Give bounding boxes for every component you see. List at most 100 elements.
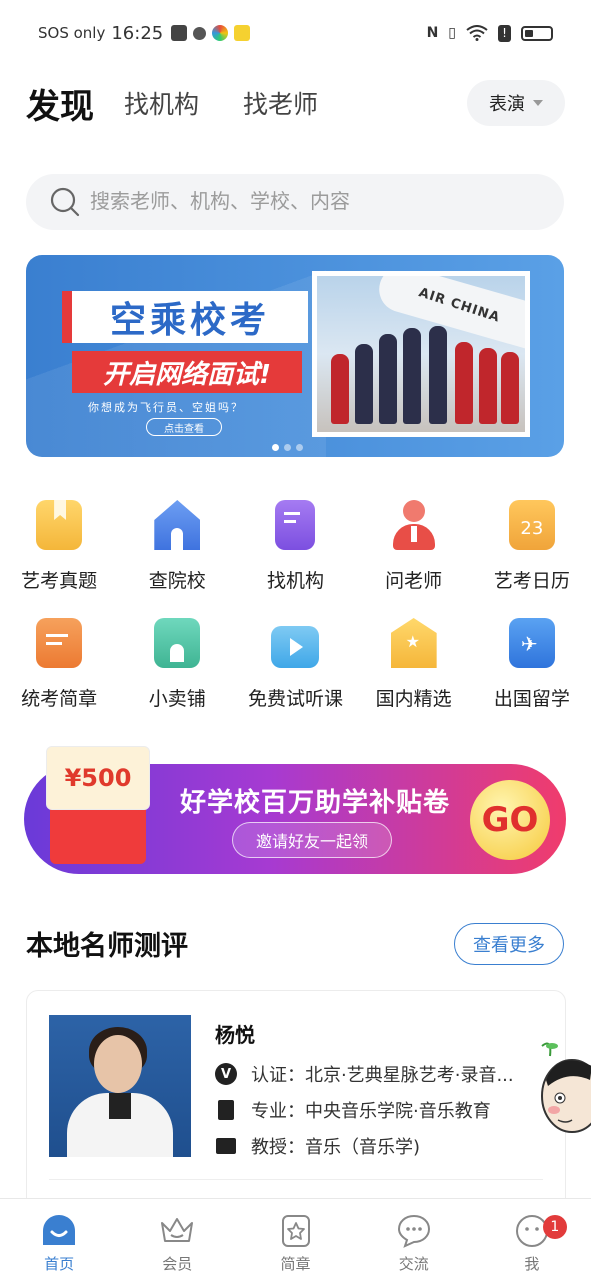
shortcut-label: 出国留学 <box>493 688 570 710</box>
shortcut-label: 小卖铺 <box>148 688 206 710</box>
brochure-icon <box>36 618 83 668</box>
status-bar: SOS only 16:25 N ▯ ! <box>0 0 591 66</box>
school-building-icon <box>154 500 201 550</box>
banner-view-button[interactable]: 点击查看 <box>146 418 222 436</box>
bookmark-book-icon <box>36 500 83 550</box>
nav-item-me[interactable]: 我 1 <box>473 1199 591 1280</box>
crew-figure <box>331 354 349 424</box>
nav-label: 会员 <box>162 1255 193 1273</box>
teacher-certification: V 认证：北京·艺典星脉艺考·录音... <box>215 1061 514 1087</box>
teacher-teaching: 教授：音乐（音乐学) <box>215 1133 420 1159</box>
verified-icon: V <box>215 1063 237 1085</box>
nav-item-home[interactable]: 首页 <box>0 1199 118 1280</box>
red-envelope-image: ¥500 <box>46 746 150 864</box>
shortcut-label: 免费试听课 <box>247 688 343 710</box>
promo-banner-carousel[interactable]: 空乘校考 开启网络面试! 你想成为飞行员、空姐吗？ 点击查看 AIR CHINA <box>26 255 564 457</box>
shortcut-label: 艺考真题 <box>21 570 98 592</box>
view-more-button[interactable]: 查看更多 <box>454 923 564 965</box>
banner-photo: AIR CHINA <box>312 271 530 437</box>
shortcut-label: 统考简章 <box>21 688 98 710</box>
calendar-icon: 23 <box>508 500 555 550</box>
search-input[interactable] <box>90 190 510 214</box>
promo-heading: 好学校百万助学补贴卷 <box>180 788 451 818</box>
banner-tagline: 你想成为飞行员、空姐吗？ <box>88 401 244 414</box>
crew-figure <box>403 328 421 424</box>
crew-figure <box>501 352 519 424</box>
app-notification-icon <box>234 25 251 41</box>
clock: 16:25 <box>111 22 164 44</box>
carousel-dot[interactable] <box>272 444 279 451</box>
shield-icon <box>193 26 207 40</box>
search-icon <box>50 187 80 217</box>
nav-label: 交流 <box>398 1255 429 1273</box>
shortcut-study-abroad[interactable]: ✈ 出国留学 <box>473 618 591 736</box>
teacher-teaching-text: 教授：音乐（音乐学) <box>251 1137 421 1158</box>
category-select[interactable]: 表演 <box>467 80 565 126</box>
tab-find-teacher[interactable]: 找老师 <box>243 85 318 121</box>
shortcut-domestic-picks[interactable]: ★ 国内精选 <box>355 618 473 736</box>
airplane-book-icon: ✈ <box>508 618 555 668</box>
chevron-down-icon <box>533 100 543 106</box>
shortcut-ask-teacher[interactable]: 问老师 <box>355 500 473 618</box>
shortcut-find-school[interactable]: 查院校 <box>118 500 236 618</box>
shop-icon <box>154 618 201 668</box>
bottom-nav: 首页 会员 简章 交流 我 1 <box>0 1198 591 1280</box>
divider <box>49 1179 543 1180</box>
teacher-card[interactable]: 杨悦 V 认证：北京·艺典星脉艺考·录音... 专业：中央音乐学院·音乐教育 教… <box>26 990 566 1220</box>
shortcut-exam-calendar[interactable]: 23 艺考日历 <box>473 500 591 618</box>
teacher-photo <box>49 1015 191 1157</box>
open-book-icon <box>215 1135 237 1157</box>
shortcut-label: 查院校 <box>148 570 206 592</box>
calendar-day: 23 <box>520 517 544 539</box>
nfc-icon: N <box>426 25 439 41</box>
promo-amount: ¥500 <box>46 746 150 810</box>
shortcut-label: 找机构 <box>266 570 324 592</box>
banner-subtitle: 开启网络面试! <box>72 351 302 393</box>
crew-figure <box>429 326 447 424</box>
battery-icon <box>521 25 553 41</box>
teacher-name: 杨悦 <box>215 1023 255 1047</box>
teacher-certification-text: 认证：北京·艺典星脉艺考·录音... <box>251 1065 514 1086</box>
carrier-text: SOS only <box>38 24 106 42</box>
invite-friends-button[interactable]: 邀请好友一起领 <box>232 822 392 858</box>
go-button[interactable]: GO <box>470 780 550 860</box>
search-bar[interactable] <box>26 174 564 230</box>
subsidy-promo-banner[interactable]: ¥500 好学校百万助学补贴卷 邀请好友一起领 GO <box>24 746 566 874</box>
carousel-dot[interactable] <box>296 444 303 451</box>
home-icon <box>43 1215 76 1245</box>
teacher-major-text: 专业：中央音乐学院·音乐教育 <box>251 1101 491 1122</box>
chat-bubble-icon <box>397 1214 430 1248</box>
notification-badge: 1 <box>542 1215 567 1239</box>
top-header: 发现 找机构 找老师 表演 <box>26 78 565 128</box>
tab-discover[interactable]: 发现 <box>26 79 94 128</box>
nav-label: 简章 <box>280 1255 311 1273</box>
nav-item-community[interactable]: 交流 <box>355 1199 473 1280</box>
shortcut-label: 问老师 <box>385 570 443 592</box>
carousel-indicator <box>272 444 303 451</box>
shortcut-exam-brochure[interactable]: 统考简章 <box>0 618 118 736</box>
crown-icon <box>161 1218 194 1242</box>
banner-title: 空乘校考 <box>62 291 308 343</box>
floating-mascot-icon[interactable] <box>538 1040 591 1140</box>
crew-figure <box>355 344 373 424</box>
crew-figure <box>379 334 397 424</box>
shortcut-label: 国内精选 <box>375 688 452 710</box>
document-icon <box>215 1099 237 1121</box>
carousel-dot[interactable] <box>284 444 291 451</box>
nav-label: 我 <box>524 1255 540 1273</box>
vibrate-icon: ▯ <box>448 25 456 41</box>
shortcut-exam-questions[interactable]: 艺考真题 <box>0 500 118 618</box>
tab-find-institution[interactable]: 找机构 <box>124 85 199 121</box>
nav-item-membership[interactable]: 会员 <box>118 1199 236 1280</box>
shortcut-shop[interactable]: 小卖铺 <box>118 618 236 736</box>
crew-figure <box>479 348 497 424</box>
teacher-major: 专业：中央音乐学院·音乐教育 <box>215 1097 491 1123</box>
section-title: 本地名师测评 <box>26 931 188 962</box>
shortcut-free-trial-class[interactable]: 免费试听课 <box>236 618 354 736</box>
nav-item-brochures[interactable]: 简章 <box>236 1199 354 1280</box>
wifi-icon <box>466 25 488 41</box>
shortcut-find-institution[interactable]: 找机构 <box>236 500 354 618</box>
shortcut-grid: 艺考真题 查院校 找机构 问老师 23 艺考日历 统考简章 小卖铺 免费试听课 … <box>0 500 591 736</box>
star-badge-icon: ★ <box>390 618 437 668</box>
category-select-value: 表演 <box>489 94 525 115</box>
